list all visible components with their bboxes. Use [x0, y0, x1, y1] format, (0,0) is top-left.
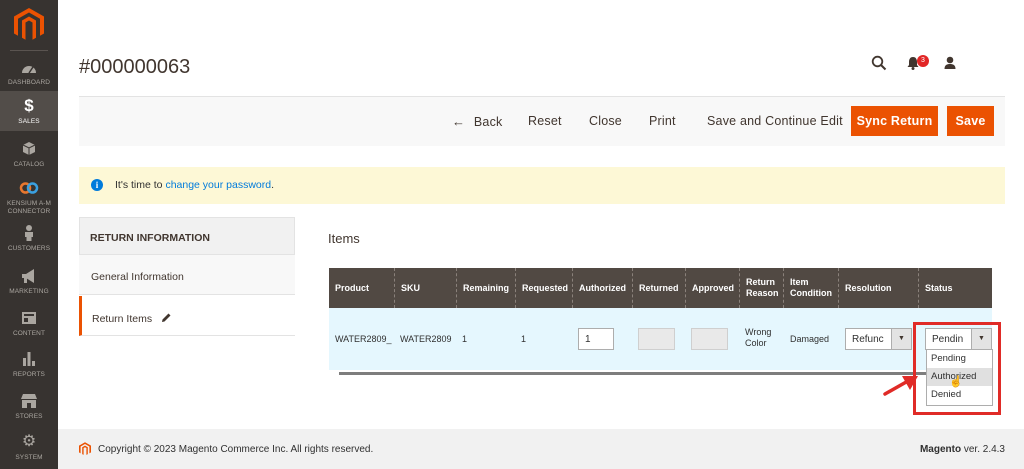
bar-chart-icon: [23, 352, 35, 366]
back-button[interactable]: ← Back: [452, 114, 502, 129]
tabs-heading: RETURN INFORMATION: [79, 217, 295, 255]
reason-line1: Wrong: [745, 327, 772, 337]
column-header: Resolution: [838, 268, 918, 308]
items-section-title: Items: [328, 231, 360, 246]
close-button[interactable]: Close: [589, 114, 622, 128]
sidebar-item-marketing[interactable]: Marketing: [0, 267, 58, 297]
column-header: Status: [918, 268, 992, 308]
sidebar-item-catalog[interactable]: Catalog: [0, 140, 58, 170]
sidebar-item-label: Reports: [12, 371, 45, 378]
cell-remaining: 1: [462, 334, 468, 344]
info-icon: i: [91, 179, 103, 191]
user-icon[interactable]: [942, 55, 958, 71]
sidebar-item-content[interactable]: Content: [0, 309, 58, 339]
footer-version-number: ver. 2.4.3: [961, 444, 1005, 455]
mouse-cursor-icon: ☝: [949, 376, 963, 388]
column-header: Returned: [632, 268, 685, 308]
save-continue-button[interactable]: Save and Continue Edit: [707, 114, 843, 128]
return-info-tabs: RETURN INFORMATION General Information R…: [79, 217, 295, 336]
sidebar-item-label: System: [15, 454, 43, 461]
person-icon: [25, 225, 33, 241]
footer-version: Magento ver. 2.4.3: [920, 444, 1005, 455]
search-icon[interactable]: [871, 55, 887, 71]
column-header: Item Condition: [783, 268, 838, 308]
column-header: Approved: [685, 268, 739, 308]
grid-scrollbar[interactable]: [339, 372, 929, 375]
system-message: i It's time to change your password.: [79, 167, 1005, 204]
message-text-after: .: [271, 179, 275, 191]
cell-item-condition: Damaged: [790, 334, 830, 344]
footer-brand: Magento: [919, 444, 962, 455]
sidebar-item-dashboard[interactable]: Dashboard: [0, 58, 58, 90]
message-text-before: It's time to: [115, 179, 166, 191]
sidebar-item-kensium-connector[interactable]: Kensium A-M Connector: [0, 179, 58, 219]
resolution-select[interactable]: Refunc ▼: [845, 328, 912, 350]
reset-button[interactable]: Reset: [528, 114, 562, 128]
column-header: Return Reason: [739, 268, 783, 308]
sidebar-item-label: Stores: [15, 413, 43, 420]
magento-logo[interactable]: [14, 8, 44, 42]
tab-return-items[interactable]: Return Items: [79, 296, 295, 336]
tab-general-information[interactable]: General Information: [79, 255, 295, 295]
table-row: WATER2809_ WATER2809 1 1 1 Wrong Color D…: [329, 308, 992, 370]
save-button[interactable]: Save: [947, 106, 994, 136]
store-icon: [21, 394, 37, 408]
sidebar-divider: [10, 50, 48, 51]
sidebar-item-label: Marketing: [9, 288, 49, 295]
sidebar-item-customers[interactable]: Customers: [0, 224, 58, 254]
content-icon: [22, 312, 36, 324]
notification-count-badge: 3: [917, 55, 929, 67]
column-header: Authorized: [572, 268, 632, 308]
grid-header: Product SKU Remaining Requested Authoriz…: [329, 268, 992, 308]
resolution-value: Refunc: [852, 334, 884, 345]
pencil-icon: [162, 313, 171, 322]
tab-label: Return Items: [92, 313, 153, 325]
dashboard-icon: [22, 66, 36, 74]
arrow-left-icon: ←: [452, 114, 466, 129]
dollar-icon: $: [24, 96, 34, 115]
back-label: Back: [473, 115, 503, 129]
tab-label: General Information: [91, 271, 184, 283]
page-title: #000000063: [79, 56, 191, 78]
print-button[interactable]: Print: [649, 114, 676, 128]
sidebar-item-sales[interactable]: $ Sales: [0, 91, 58, 131]
sidebar-item-label: Sales: [18, 118, 40, 125]
sidebar-item-label: Content: [12, 330, 46, 337]
footer-copyright: Copyright © 2023 Magento Commerce Inc. A…: [98, 444, 374, 455]
cell-sku: WATER2809: [400, 334, 452, 344]
sidebar-item-reports[interactable]: Reports: [0, 350, 58, 380]
change-password-link[interactable]: change your password: [165, 179, 271, 191]
cube-icon: [22, 142, 36, 155]
column-header: Remaining: [456, 268, 515, 308]
returned-qty-input: [638, 328, 675, 350]
sidebar-item-label: Customers: [7, 245, 51, 252]
column-header: Requested: [515, 268, 572, 308]
annotation-highlight-box: [913, 322, 1001, 415]
megaphone-icon: [22, 269, 34, 283]
sidebar-item-system[interactable]: ⚙ System: [0, 433, 58, 463]
magento-footer-logo: [79, 442, 91, 455]
cell-return-reason: Wrong Color: [745, 327, 771, 349]
message-text: It's time to change your password.: [115, 179, 274, 191]
sidebar-item-label: Dashboard: [7, 79, 51, 86]
connector-icon: [19, 182, 39, 194]
cell-requested: 1: [521, 334, 527, 344]
cell-product: WATER2809_: [335, 334, 392, 344]
sidebar-item-label: Catalog: [13, 161, 45, 168]
admin-sidebar: Dashboard $ Sales Catalog Kensium A-M Co…: [0, 0, 58, 469]
sidebar-item-stores[interactable]: Stores: [0, 392, 58, 422]
annotation-arrow-icon: [883, 376, 918, 396]
sync-return-button[interactable]: Sync Return: [851, 106, 938, 136]
column-header: Product: [335, 282, 370, 293]
authorized-qty-input[interactable]: 1: [578, 328, 614, 350]
sidebar-item-label: Kensium A-M: [6, 200, 52, 207]
chevron-down-icon: ▼: [891, 329, 911, 349]
page-footer: Copyright © 2023 Magento Commerce Inc. A…: [58, 429, 1024, 469]
column-header: SKU: [394, 268, 456, 308]
approved-qty-input: [691, 328, 728, 350]
reason-line2: Color: [745, 338, 767, 348]
sidebar-item-label-line2: Connector: [7, 208, 51, 215]
gear-icon: ⚙: [21, 433, 37, 450]
